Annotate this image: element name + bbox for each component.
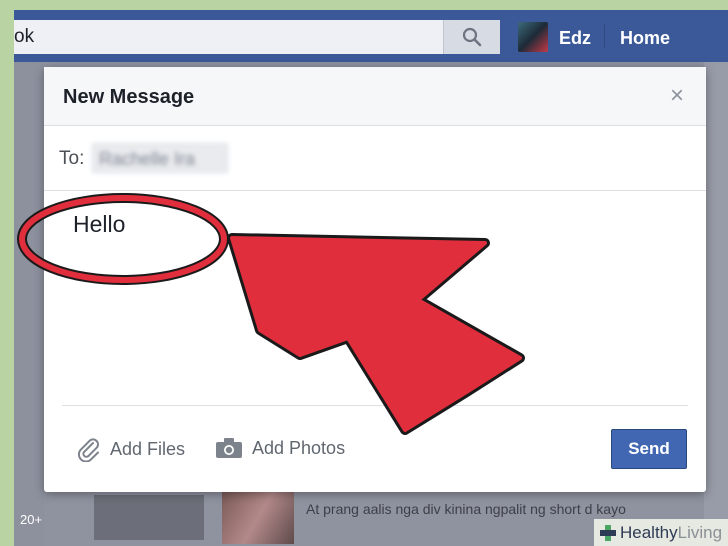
right-sidebar [704, 62, 728, 546]
new-message-dialog: New Message × To: Rachelle Ira Hello Add… [44, 67, 706, 492]
profile-name-link[interactable]: Edz [559, 28, 591, 49]
feed-post-snippet: At prang aalis nga div kinina ngpalit ng… [306, 501, 626, 517]
home-link[interactable]: Home [620, 28, 670, 49]
add-files-label: Add Files [110, 438, 186, 459]
profile-avatar[interactable] [518, 22, 548, 52]
close-button[interactable]: × [666, 84, 688, 108]
watermark-healthy: Healthy [620, 522, 678, 542]
search-input[interactable]: ok [14, 26, 443, 48]
plus-logo-icon [600, 524, 616, 541]
feed-thumbnail [94, 495, 204, 540]
watermark-living: Living [677, 522, 723, 542]
facebook-top-bar: ok Edz Home [14, 10, 728, 62]
topbar-divider [604, 24, 605, 48]
side-count-badge: 20+ [20, 512, 43, 527]
recipient-row: To: Rachelle Ira [44, 126, 706, 191]
add-files-button[interactable]: Add Files [76, 436, 185, 462]
message-text: Hello [73, 211, 126, 237]
message-textarea[interactable]: Hello [44, 191, 706, 407]
watermark-text: HealthyLiving [620, 523, 722, 543]
paperclip-icon [77, 438, 99, 462]
healthy-living-watermark: HealthyLiving [594, 519, 728, 546]
dialog-header: New Message × [44, 67, 706, 126]
add-photos-button[interactable]: Add Photos [214, 436, 345, 460]
send-button[interactable]: Send [611, 429, 687, 469]
camera-icon [216, 438, 242, 458]
left-sidebar [14, 62, 44, 546]
dialog-title: New Message [63, 86, 195, 108]
search-bar[interactable]: ok [14, 20, 500, 54]
to-label: To: [59, 148, 85, 169]
feed-photo [222, 492, 294, 544]
search-button[interactable] [443, 20, 500, 54]
footer-divider [62, 405, 688, 406]
recipient-token[interactable]: Rachelle Ira [92, 143, 228, 173]
search-icon [462, 27, 482, 47]
add-photos-label: Add Photos [252, 437, 346, 458]
